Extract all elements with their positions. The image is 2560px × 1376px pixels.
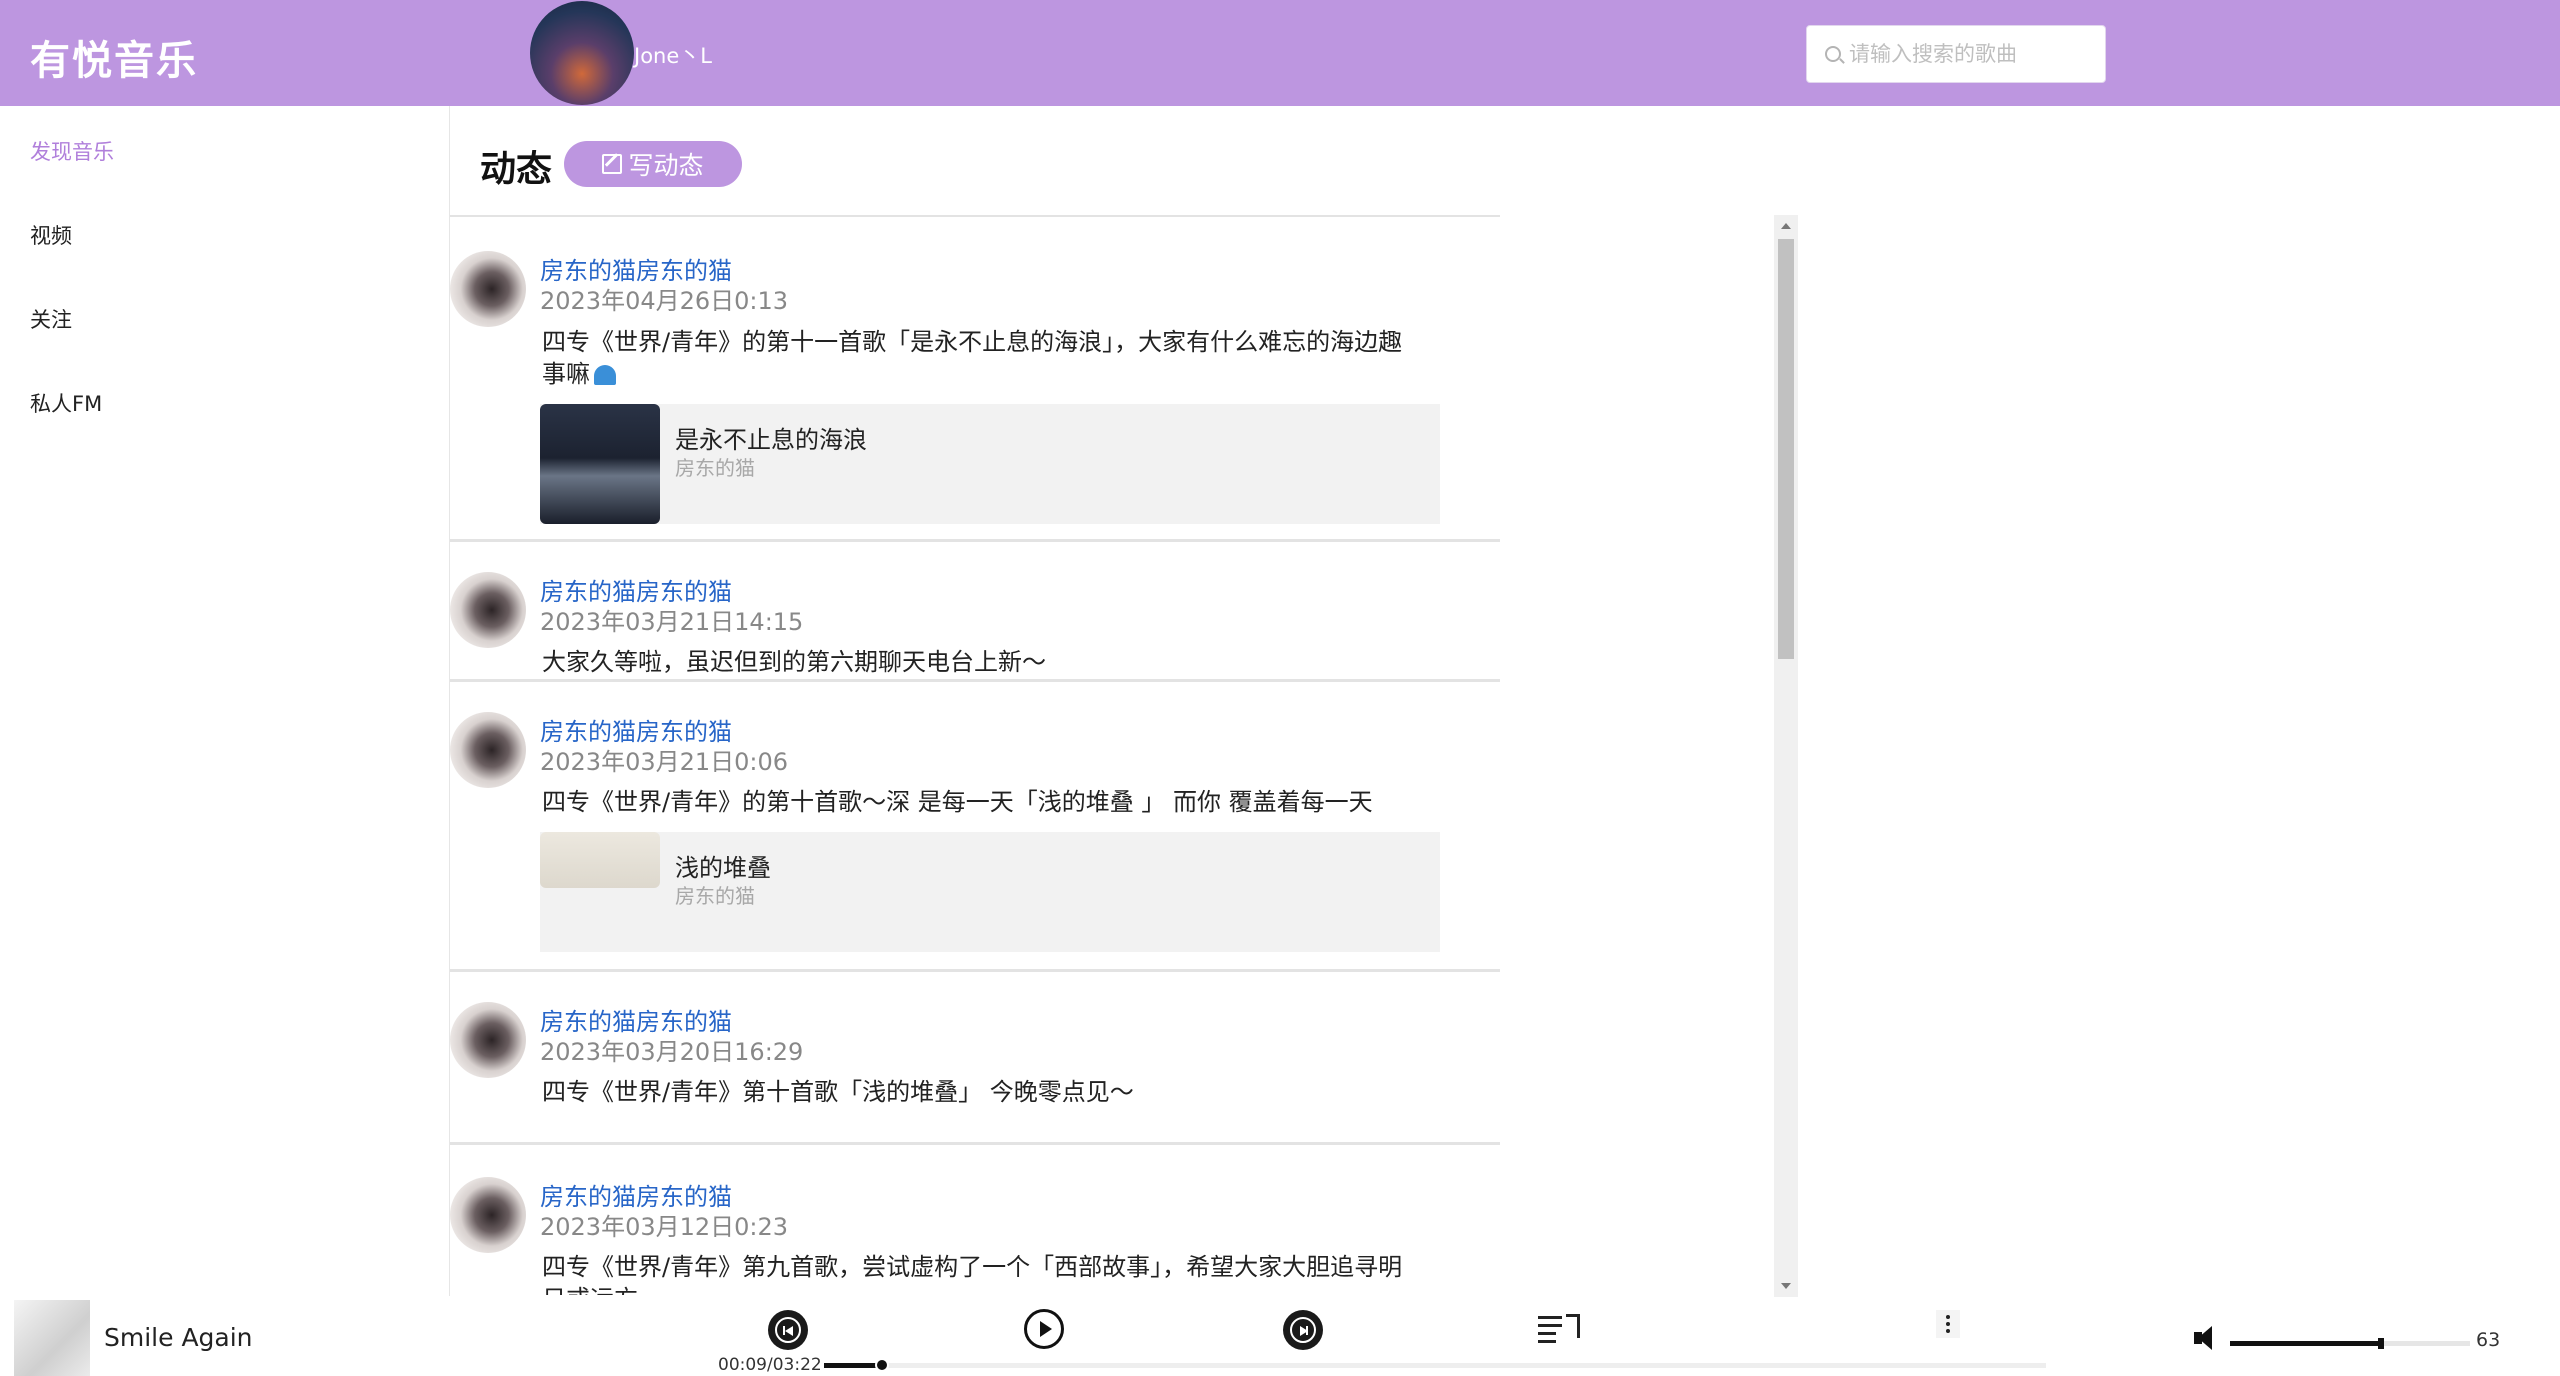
post-text: 四专《世界/青年》的第十一首歌「是永不止息的海浪」，大家有什么难忘的海边趣事嘛 [542, 326, 1422, 390]
author-avatar[interactable] [450, 1177, 526, 1253]
author-avatar[interactable] [450, 572, 526, 648]
user-name[interactable]: Jone丶L [634, 40, 712, 70]
search-icon [1825, 46, 1841, 62]
more-options-icon[interactable] [1936, 1310, 1960, 1338]
sidebar-item-follow[interactable]: 关注 [30, 304, 72, 334]
now-playing-title: Smile Again [104, 1323, 253, 1352]
wave-icon [594, 365, 616, 385]
post-text-content: 四专《世界/青年》的第十一首歌「是永不止息的海浪」，大家有什么难忘的海边趣事嘛 [542, 328, 1403, 388]
author-avatar[interactable] [450, 251, 526, 327]
post-text: 大家久等啦，虽迟但到的第六期聊天电台上新～ [542, 648, 1046, 676]
post-time: 2023年04月26日0:13 [540, 287, 789, 315]
volume-value: 63 [2476, 1329, 2501, 1351]
feed-scrollbar[interactable] [1774, 215, 1798, 1297]
song-cover [540, 832, 660, 888]
edit-icon [602, 154, 623, 174]
previous-button[interactable] [768, 1310, 808, 1350]
now-playing-cover[interactable] [14, 1300, 90, 1376]
next-button[interactable] [1283, 1310, 1323, 1350]
post-text: 四专《世界/青年》的第十首歌～深 是每一天「浅的堆叠 」 而你 覆盖着每一天 [542, 788, 1373, 816]
feed-post: 房东的猫房东的猫 2023年03月21日14:15 大家久等啦，虽迟但到的第六期… [450, 542, 1500, 682]
progress-handle[interactable] [875, 1358, 889, 1372]
song-card[interactable]: 浅的堆叠 房东的猫 [540, 832, 1440, 952]
playlist-icon[interactable] [1538, 1312, 1582, 1343]
previous-icon [775, 1317, 801, 1343]
song-name: 浅的堆叠 [675, 854, 771, 882]
app-logo[interactable]: 有悦音乐 [30, 28, 198, 86]
volume-slider[interactable] [2230, 1338, 2470, 1349]
search-input[interactable] [1849, 36, 2089, 72]
feed-post: 房东的猫房东的猫 2023年03月20日16:29 四专《世界/青年》第十首歌「… [450, 972, 1500, 1145]
song-name: 是永不止息的海浪 [675, 426, 867, 454]
sidebar-item-video[interactable]: 视频 [30, 220, 72, 250]
player-bar: Smile Again 00:09/03:22 63 [0, 1297, 2560, 1376]
feed-post: 房东的猫房东的猫 2023年03月21日0:06 四专《世界/青年》的第十首歌～… [450, 682, 1500, 972]
next-icon [1290, 1317, 1316, 1343]
feed-list: 房东的猫房东的猫 2023年04月26日0:13 四专《世界/青年》的第十一首歌… [450, 215, 1500, 1295]
feed-post: 房东的猫房东的猫 2023年04月26日0:13 四专《世界/青年》的第十一首歌… [450, 217, 1500, 542]
song-artist: 房东的猫 [675, 884, 755, 908]
sidebar-item-fm[interactable]: 私人FM [30, 388, 102, 418]
play-button[interactable] [1024, 1309, 1064, 1349]
author-avatar[interactable] [450, 1002, 526, 1078]
search-box [1806, 25, 2106, 83]
post-time: 2023年03月21日0:06 [540, 748, 789, 776]
top-header: 有悦音乐 Jone丶L [0, 0, 2560, 106]
song-card[interactable]: 是永不止息的海浪 房东的猫 [540, 404, 1440, 524]
write-post-button[interactable]: 写动态 [564, 141, 742, 187]
feed-post: 房东的猫房东的猫 2023年03月12日0:23 四专《世界/青年》第九首歌，尝… [450, 1145, 1500, 1295]
progress-fill [824, 1363, 879, 1368]
song-cover [540, 404, 660, 524]
post-time: 2023年03月12日0:23 [540, 1213, 789, 1241]
scroll-up-arrow-icon[interactable] [1781, 223, 1791, 229]
scroll-down-arrow-icon[interactable] [1781, 1283, 1791, 1289]
author-avatar[interactable] [450, 712, 526, 788]
volume-fill [2230, 1341, 2381, 1346]
user-avatar[interactable] [530, 1, 634, 105]
playback-time: 00:09/03:22 [718, 1355, 822, 1375]
page-title: 动态 [480, 149, 553, 190]
write-post-label: 写动态 [628, 151, 704, 180]
post-text: 四专《世界/青年》第九首歌，尝试虚构了一个「西部故事」，希望大家大胆追寻明日或远… [542, 1253, 1403, 1295]
post-time: 2023年03月21日14:15 [540, 608, 804, 636]
sidebar: 发现音乐 视频 关注 私人FM [0, 106, 450, 1296]
scroll-thumb[interactable] [1778, 239, 1794, 659]
volume-icon[interactable] [2194, 1325, 2218, 1351]
post-text: 四专《世界/青年》第十首歌「浅的堆叠」 今晚零点见～ [542, 1078, 1134, 1106]
post-time: 2023年03月20日16:29 [540, 1038, 804, 1066]
volume-handle[interactable] [2378, 1338, 2384, 1349]
progress-bar[interactable] [824, 1358, 2046, 1372]
song-artist: 房东的猫 [675, 456, 755, 480]
sidebar-item-discover[interactable]: 发现音乐 [30, 136, 114, 166]
